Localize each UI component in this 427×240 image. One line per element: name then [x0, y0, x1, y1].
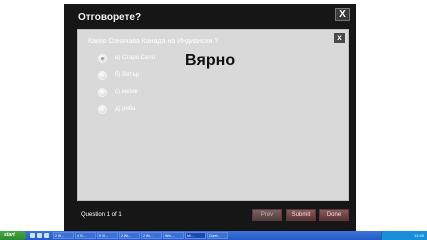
quick-launch-icon[interactable] [37, 233, 42, 238]
close-button[interactable]: X [335, 8, 350, 21]
taskbar-button[interactable]: 2 Wi... [119, 232, 140, 239]
submit-button[interactable]: Submit [286, 209, 316, 221]
quick-launch [30, 233, 49, 238]
taskbar-button[interactable]: Mi... [185, 232, 206, 239]
feedback-text: Вярно [185, 52, 236, 69]
taskbar-button[interactable]: 2 W... [53, 232, 74, 239]
answer-option-b[interactable]: б) Вятър [98, 70, 139, 80]
prev-button[interactable]: Prev [252, 209, 282, 221]
radio-button-a[interactable] [98, 53, 107, 63]
panel-close-icon[interactable]: x [334, 33, 345, 43]
quick-launch-icon[interactable] [30, 233, 35, 238]
question-panel: x Какво Означава Канада на Индиански ? а… [77, 29, 349, 201]
answer-option-a[interactable]: а) Старо Село [98, 53, 155, 63]
radio-button-c[interactable] [98, 87, 107, 97]
done-button[interactable]: Done [319, 209, 349, 221]
taskbar-button[interactable]: 5 Vi... [97, 232, 118, 239]
taskbar-button[interactable]: Win... [163, 232, 184, 239]
quick-launch-icon[interactable] [44, 233, 49, 238]
radio-button-b[interactable] [98, 70, 107, 80]
taskbar-button[interactable]: 2 Wi... [141, 232, 162, 239]
answer-option-c[interactable]: с) велик [98, 87, 137, 97]
quiz-dialog: Отговорете? X x Какво Означава Канада на… [64, 4, 356, 231]
system-tray: 12:45 [381, 231, 427, 240]
taskbar-button[interactable]: Corel... [207, 232, 228, 239]
question-text: Какво Означава Канада на Индиански ? [88, 38, 219, 45]
answer-label-c: с) велик [115, 89, 138, 95]
dialog-title: Отговорете? [78, 12, 142, 23]
answer-label-b: б) Вятър [115, 72, 140, 78]
start-button[interactable]: start [0, 231, 26, 240]
answer-label-d: д) риба [115, 106, 136, 112]
task-list: 2 W... 4 IC... 5 Vi... 2 Wi... 2 Wi... W… [53, 232, 228, 239]
answer-label-a: а) Старо Село [115, 55, 156, 61]
screen: Отговорете? X x Какво Означава Канада на… [0, 0, 427, 240]
answer-option-d[interactable]: д) риба [98, 104, 136, 114]
question-counter: Question 1 of 1 [81, 212, 122, 218]
taskbar: start 2 W... 4 IC... 5 Vi... 2 Wi... 2 W… [0, 231, 427, 240]
taskbar-button[interactable]: 4 IC... [75, 232, 96, 239]
radio-button-d[interactable] [98, 104, 107, 114]
